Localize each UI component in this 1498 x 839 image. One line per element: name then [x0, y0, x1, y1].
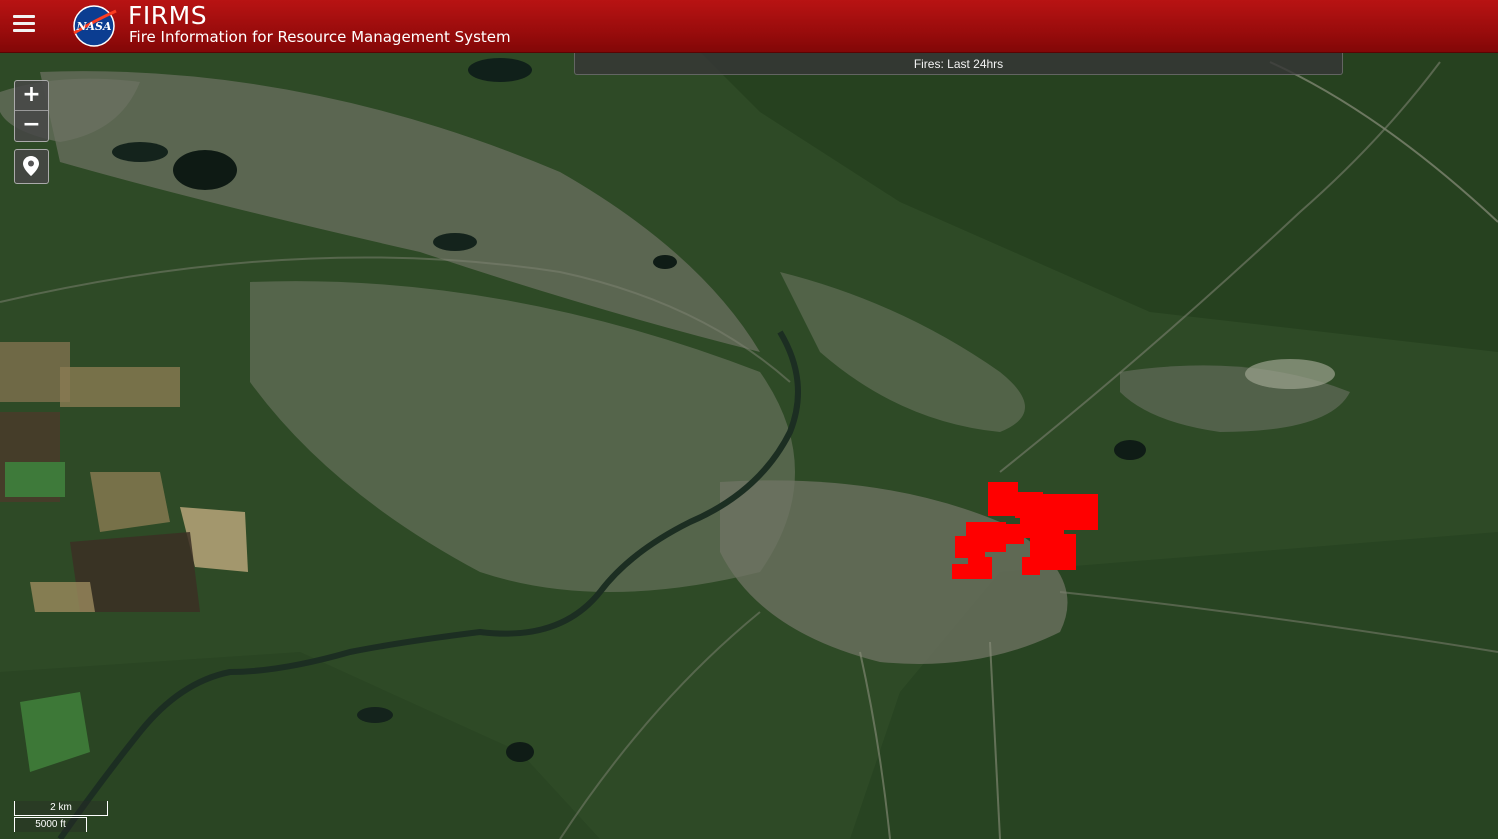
- fire-pixel[interactable]: [955, 536, 985, 558]
- svg-text:NASA: NASA: [75, 20, 112, 33]
- zoom-control: + −: [14, 80, 49, 142]
- map-pin-icon: [23, 156, 39, 176]
- fire-pixel[interactable]: [1048, 510, 1064, 534]
- satellite-map[interactable]: [0, 52, 1498, 839]
- locate-button[interactable]: [14, 149, 49, 184]
- fire-pixel[interactable]: [952, 564, 970, 579]
- fires-time-range-bar[interactable]: Fires: Last 24hrs: [574, 53, 1343, 75]
- fire-pixel[interactable]: [1022, 557, 1040, 575]
- app-subtitle: Fire Information for Resource Management…: [129, 28, 511, 46]
- satellite-imagery[interactable]: [0, 52, 1498, 839]
- zoom-out-button[interactable]: −: [15, 111, 48, 140]
- scale-imperial: 5000 ft: [14, 817, 87, 832]
- app-title: FIRMS: [128, 1, 208, 30]
- fire-pixel[interactable]: [968, 557, 992, 579]
- scale-metric: 2 km: [14, 801, 108, 816]
- fire-pixel[interactable]: [1000, 524, 1024, 544]
- zoom-in-button[interactable]: +: [15, 81, 48, 111]
- hamburger-menu-icon[interactable]: [13, 15, 35, 35]
- app-header: NASA FIRMS Fire Information for Resource…: [0, 0, 1498, 53]
- nasa-logo[interactable]: NASA: [68, 3, 120, 49]
- fire-pixel[interactable]: [988, 482, 1018, 516]
